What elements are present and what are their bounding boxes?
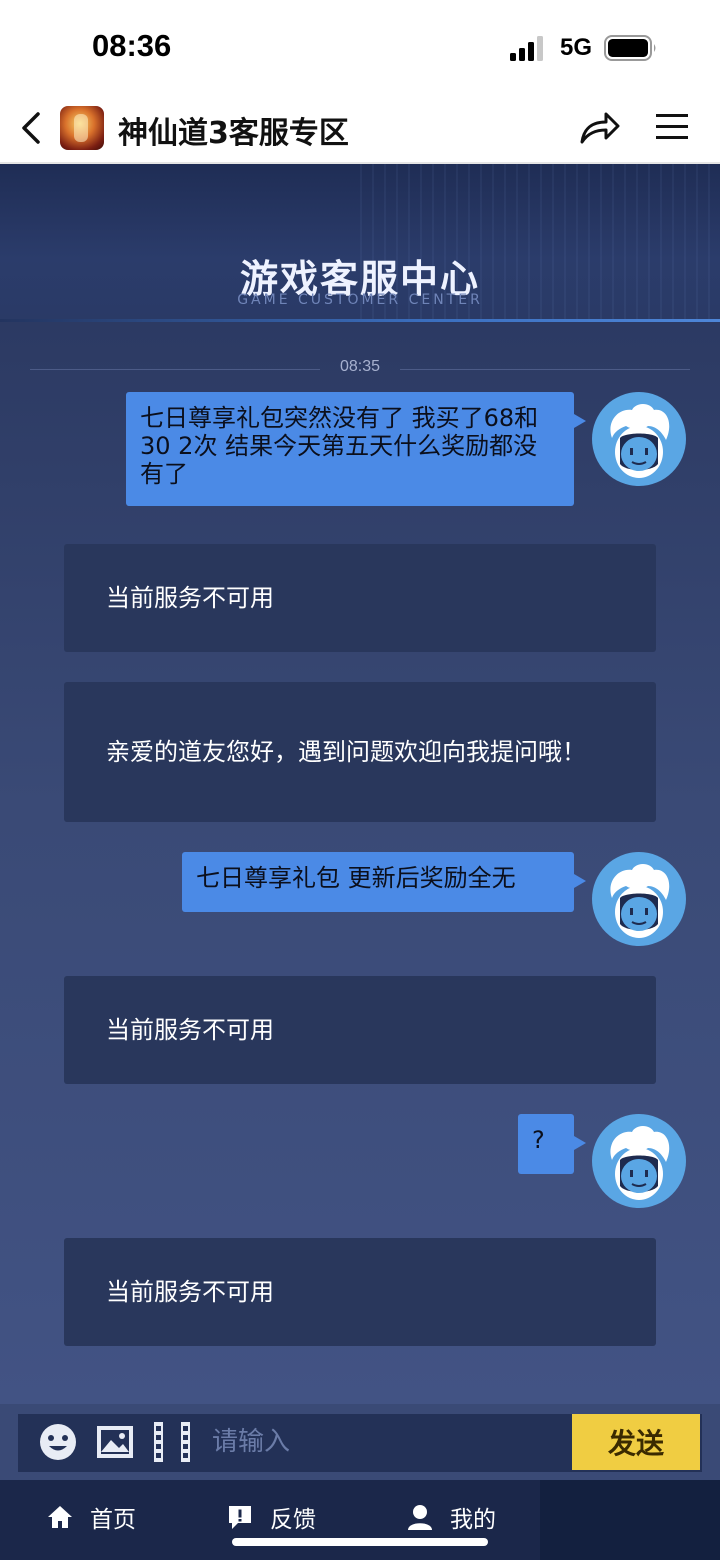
tab-home[interactable]: 首页	[46, 1500, 136, 1534]
tab-mine[interactable]: 我的	[406, 1500, 496, 1534]
back-chevron-icon[interactable]	[16, 108, 46, 148]
user-message: ?	[518, 1114, 586, 1174]
tab-label: 我的	[450, 1507, 496, 1533]
network-type: 5G	[560, 34, 593, 61]
user-avatar	[592, 1114, 686, 1208]
timestamp-row: 08:35	[30, 358, 690, 382]
nav-bar: 神仙道3客服专区	[0, 96, 720, 164]
chat-area[interactable]: 08:35 七日尊享礼包突然没有了 我买了68和30 2次 结果今天第五天什么奖…	[0, 322, 720, 1404]
user-avatar	[592, 392, 686, 486]
user-message: 七日尊享礼包 更新后奖励全无	[182, 852, 586, 912]
menu-icon[interactable]	[654, 110, 690, 144]
feedback-icon	[229, 1506, 251, 1529]
message-input[interactable]	[212, 1418, 566, 1466]
bot-message-text: 当前服务不可用	[106, 584, 274, 612]
status-time: 08:36	[92, 28, 172, 63]
signal-icon	[510, 36, 543, 61]
video-icon[interactable]	[152, 1420, 192, 1464]
user-icon	[408, 1505, 432, 1530]
bot-message-text: 当前服务不可用	[106, 1278, 274, 1306]
bot-message-text: 亲爱的道友您好，遇到问题欢迎向我提问哦！	[106, 738, 586, 766]
bot-message: 亲爱的道友您好，遇到问题欢迎向我提问哦！	[64, 682, 656, 822]
user-message: 七日尊享礼包突然没有了 我买了68和30 2次 结果今天第五天什么奖励都没有了	[126, 392, 586, 506]
tab-label: 反馈	[270, 1507, 316, 1533]
battery-icon	[604, 35, 656, 61]
send-button[interactable]: 发送	[572, 1414, 700, 1470]
bot-message: 当前服务不可用	[64, 976, 656, 1084]
tab-label: 首页	[90, 1507, 136, 1533]
image-icon[interactable]	[95, 1422, 135, 1462]
bottom-tab-bar: 首页 反馈 我的	[0, 1480, 720, 1560]
banner-subtitle: GAME CUSTOMER CENTER	[237, 292, 483, 308]
chat-timestamp: 08:35	[339, 358, 381, 375]
home-indicator[interactable]	[232, 1538, 488, 1546]
page-title: 神仙道3客服专区	[118, 116, 349, 151]
share-icon[interactable]	[578, 108, 622, 148]
bot-message: 当前服务不可用	[64, 1238, 656, 1346]
tab-feedback[interactable]: 反馈	[226, 1500, 316, 1534]
home-icon	[48, 1506, 72, 1528]
emoji-icon[interactable]	[38, 1422, 78, 1462]
bot-message-text: 当前服务不可用	[106, 1016, 274, 1044]
status-bar: 08:36 5G	[0, 0, 720, 96]
user-avatar	[592, 852, 686, 946]
bot-message: 当前服务不可用	[64, 544, 656, 652]
app-logo	[60, 106, 104, 150]
